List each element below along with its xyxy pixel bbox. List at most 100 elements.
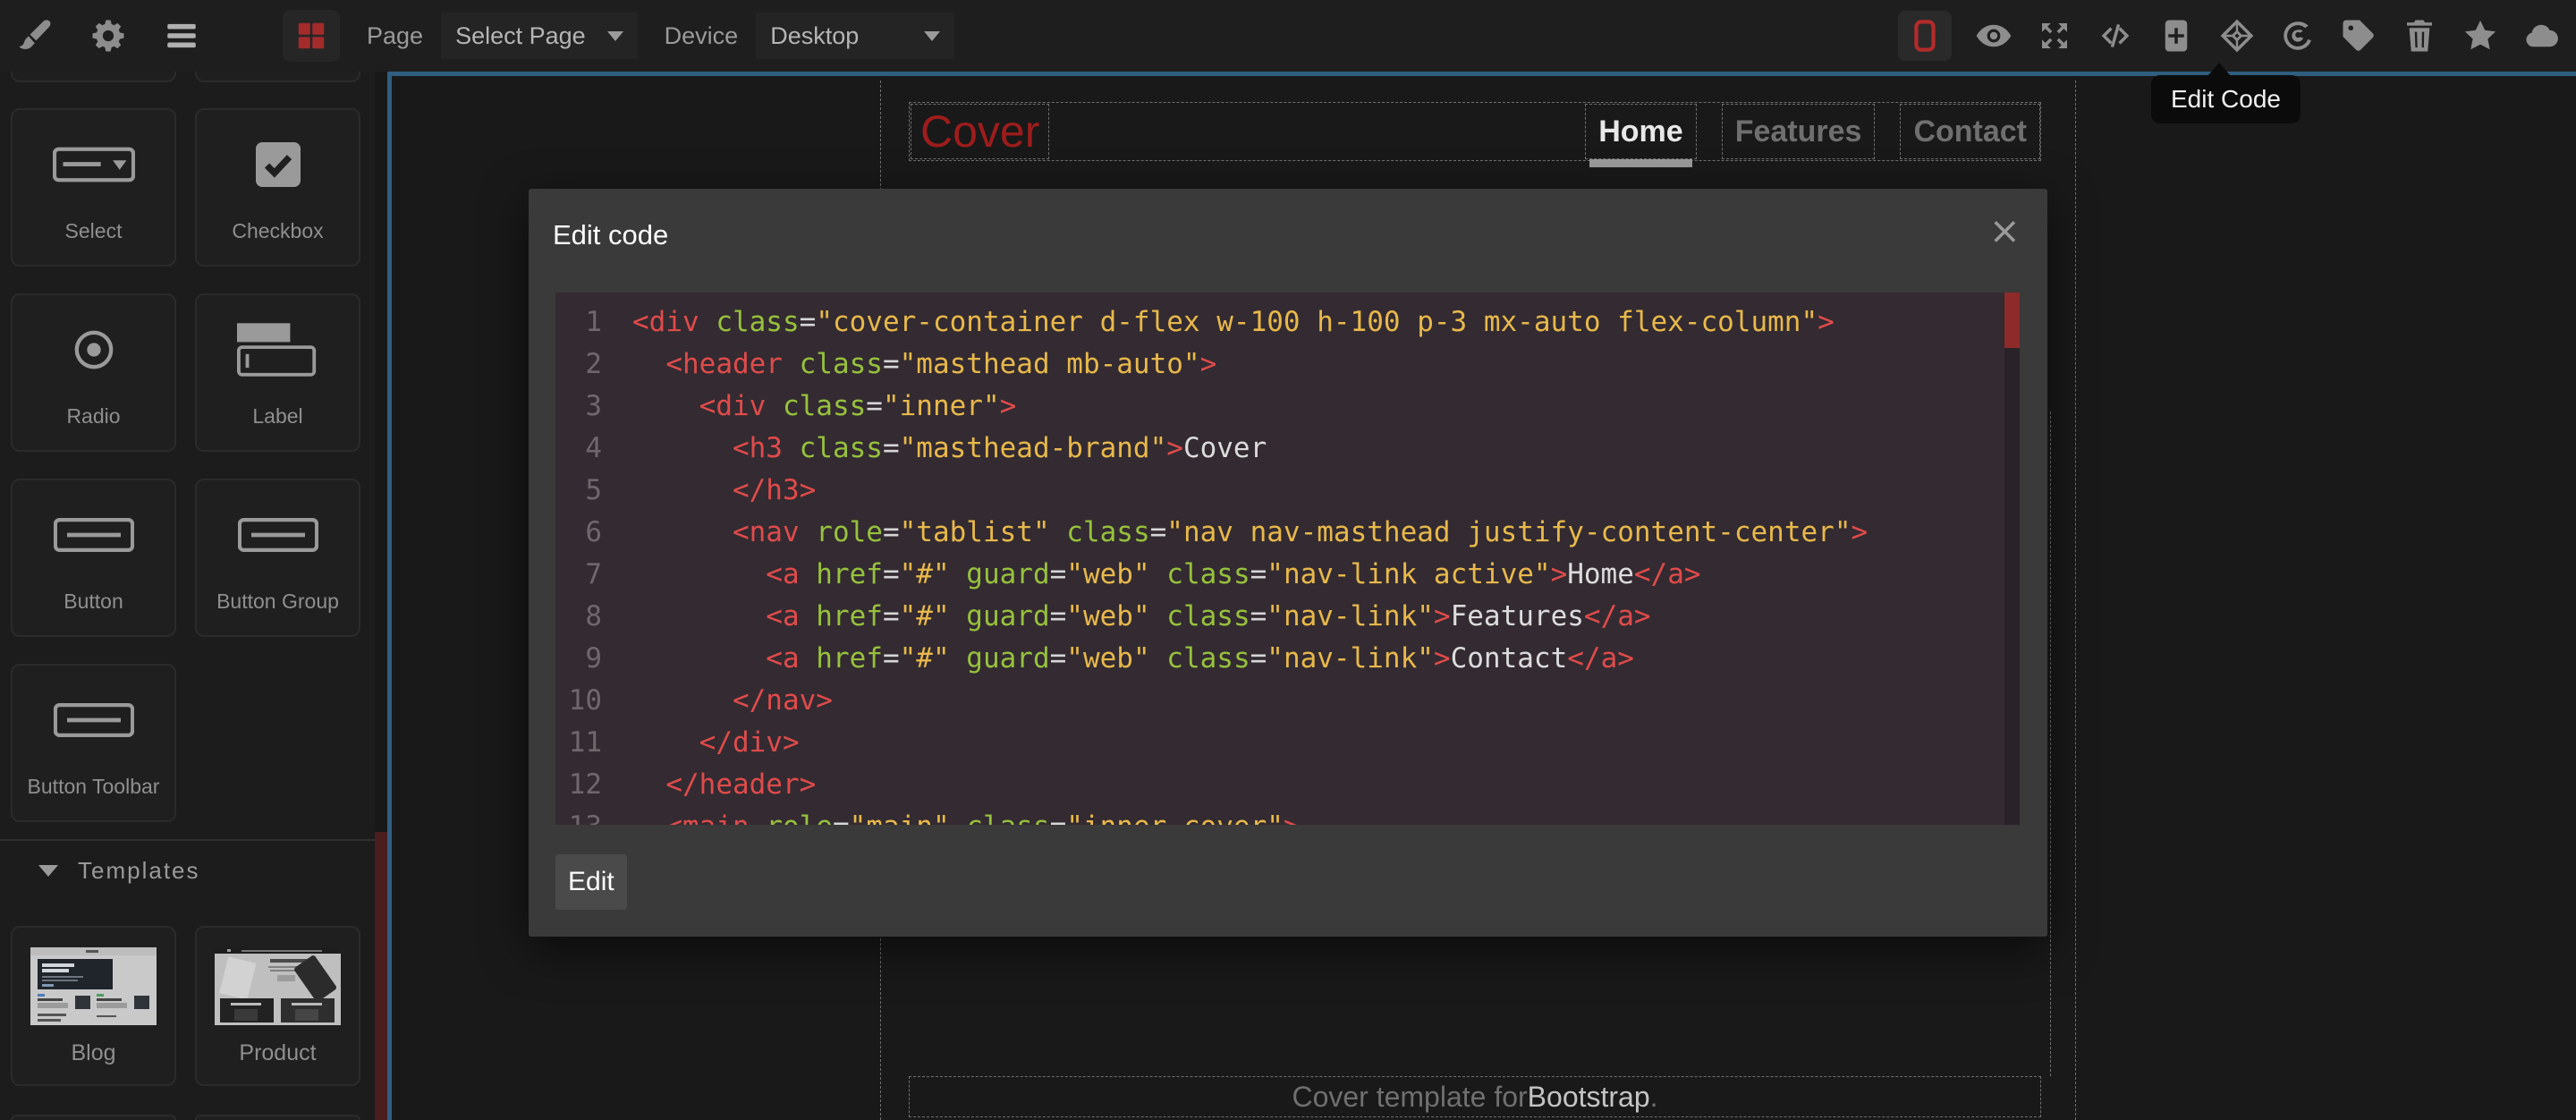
code-editor[interactable]: 1<div class="cover-container d-flex w-10… <box>555 293 2020 825</box>
masthead-nav: Home Features Contact <box>1585 104 2040 159</box>
code-text: </nav> <box>632 680 833 722</box>
code-text: <a href="#" guard="web" class="nav-link"… <box>632 638 1634 680</box>
component-card-checkbox[interactable]: Checkbox <box>195 108 360 267</box>
code-text: </div> <box>632 722 800 764</box>
layout-grid-icon[interactable] <box>283 10 340 62</box>
page-select-dropdown[interactable]: Select Page <box>441 13 638 59</box>
line-number: 13 <box>555 806 602 825</box>
code-text: <a href="#" guard="web" class="nav-link"… <box>632 596 1651 638</box>
outline-icon[interactable] <box>1898 11 1952 61</box>
code-line: 13 <main role="main" class="inner cover"… <box>555 806 2020 825</box>
line-number: 12 <box>555 764 602 806</box>
template-label: Product <box>239 1040 316 1066</box>
toolbar-left-icons <box>16 10 340 62</box>
code-line: 12 </header> <box>555 764 2020 806</box>
page-select-value: Select Page <box>455 22 586 50</box>
add-icon[interactable] <box>2157 17 2195 55</box>
code-icon[interactable] <box>2097 17 2134 55</box>
component-card-select[interactable]: Select <box>11 108 176 267</box>
label-icon <box>237 295 319 404</box>
template-card-list: Blog Product <box>11 926 360 1086</box>
component-card-button[interactable]: Button <box>11 479 176 637</box>
sidebar-scrollbar[interactable] <box>375 72 387 1120</box>
component-label: Button Toolbar <box>28 775 160 799</box>
tooltip-text: Edit Code <box>2171 85 2281 114</box>
line-number: 8 <box>555 596 602 638</box>
code-text: <header class="masthead mb-auto"> <box>632 344 1216 386</box>
component-label: Button <box>64 590 123 614</box>
chevron-down-icon <box>607 31 623 41</box>
button-toolbar-icon <box>54 666 134 775</box>
star-icon[interactable] <box>2462 17 2499 55</box>
canvas-nav-home[interactable]: Home <box>1585 104 1696 159</box>
cloud-icon[interactable] <box>2522 17 2560 55</box>
line-number: 4 <box>555 428 602 470</box>
footer-text-suffix: . <box>1650 1081 1658 1114</box>
chevron-down-icon <box>924 31 940 41</box>
editor-scrollbar[interactable] <box>2004 293 2020 825</box>
bootstrap-link[interactable]: Bootstrap <box>1528 1081 1650 1114</box>
partial-card <box>11 72 176 82</box>
toolbar-right-icons <box>1898 11 2560 61</box>
component-card-button-toolbar[interactable]: Button Toolbar <box>11 664 176 822</box>
component-card-list: Select Checkbox Radio Label Button Button Gro… <box>11 108 360 822</box>
templates-header-label: Templates <box>78 857 200 885</box>
line-number: 7 <box>555 554 602 596</box>
brand-heading[interactable]: Cover <box>911 104 1049 159</box>
canvas-nav-features[interactable]: Features <box>1722 104 1876 159</box>
brush-icon[interactable] <box>16 17 54 55</box>
code-line: 2 <header class="masthead mb-auto"> <box>555 344 2020 386</box>
template-label: Blog <box>71 1040 115 1066</box>
sidebar-scrollbar-thumb[interactable] <box>375 832 387 1120</box>
partial-card <box>195 1115 360 1120</box>
template-card-product[interactable]: Product <box>195 926 360 1086</box>
close-icon[interactable]: × <box>1989 208 2021 252</box>
templates-section-header[interactable]: Templates <box>38 857 200 885</box>
line-number: 1 <box>555 301 602 344</box>
edit-code-modal: Edit code × 1<div class="cover-container… <box>529 189 2047 937</box>
component-label: Button Group <box>216 590 339 614</box>
code-line: 4 <h3 class="masthead-brand">Cover <box>555 428 2020 470</box>
line-number: 2 <box>555 344 602 386</box>
masthead-element-outline[interactable]: Cover Home Features Contact <box>909 102 2041 161</box>
code-line: 3 <div class="inner"> <box>555 386 2020 428</box>
chevron-down-icon <box>38 865 58 877</box>
trash-icon[interactable] <box>2401 17 2438 55</box>
top-toolbar: Page Select Page Device Desktop <box>0 0 2576 72</box>
component-card-label[interactable]: Label <box>195 293 360 452</box>
app-root: Page Select Page Device Desktop Select Ch… <box>0 0 2576 1120</box>
gear-icon[interactable] <box>89 17 127 55</box>
editor-scrollbar-thumb[interactable] <box>2004 293 2020 348</box>
checkbox-icon <box>256 110 301 219</box>
line-number: 6 <box>555 512 602 554</box>
edit-button[interactable]: Edit <box>555 854 627 910</box>
menu-icon[interactable] <box>163 17 200 55</box>
device-select-dropdown[interactable]: Desktop <box>756 13 954 59</box>
component-label: Label <box>252 404 302 428</box>
footer-element-outline[interactable]: Cover template for Bootstrap. <box>909 1076 2041 1117</box>
code-text: <nav role="tablist" class="nav nav-masth… <box>632 512 1868 554</box>
template-card-blog[interactable]: Blog <box>11 926 176 1086</box>
fullscreen-icon[interactable] <box>2036 17 2073 55</box>
component-label: Select <box>65 219 123 243</box>
select-icon <box>53 110 135 219</box>
code-line: 10 </nav> <box>555 680 2020 722</box>
refresh-icon[interactable] <box>2279 17 2317 55</box>
components-sidebar: Select Checkbox Radio Label Button Button Gro… <box>0 72 388 1120</box>
code-text: <h3 class="masthead-brand">Cover <box>632 428 1267 470</box>
code-text: </h3> <box>632 470 816 512</box>
eye-icon[interactable] <box>1975 17 2012 55</box>
button-group-icon <box>238 480 318 590</box>
edit-code-box-icon[interactable] <box>2218 17 2256 55</box>
line-number: 5 <box>555 470 602 512</box>
component-label: Checkbox <box>232 219 323 243</box>
device-label: Device <box>665 22 739 50</box>
code-line: 8 <a href="#" guard="web" class="nav-lin… <box>555 596 2020 638</box>
main-outline-right <box>2050 412 2051 1076</box>
component-card-button-group[interactable]: Button Group <box>195 479 360 637</box>
code-lines: 1<div class="cover-container d-flex w-10… <box>555 301 2020 825</box>
component-label: Radio <box>66 404 120 428</box>
component-card-radio[interactable]: Radio <box>11 293 176 452</box>
tag-icon[interactable] <box>2340 17 2377 55</box>
canvas-nav-contact[interactable]: Contact <box>1900 104 2040 159</box>
